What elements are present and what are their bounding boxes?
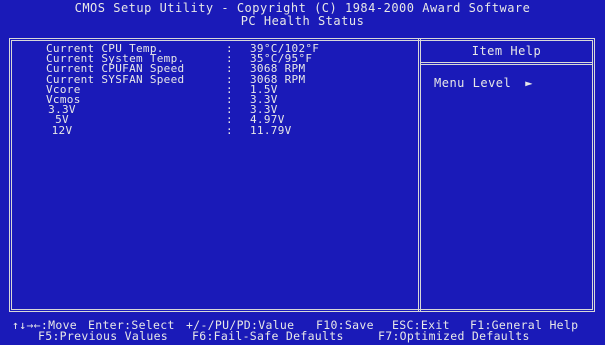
menu-level-label: Menu Level <box>434 76 512 90</box>
page-title: PC Health Status <box>240 14 365 28</box>
colon-separator: : <box>226 123 233 137</box>
key-help-footer: ↑↓→←:Move Enter:Select +/-/PU/PD:Value F… <box>0 318 605 345</box>
optimized-defaults-key-hint: F7:Optimized Defaults <box>378 329 530 343</box>
title-bar: CMOS Setup Utility - Copyright (C) 1984-… <box>0 0 605 38</box>
panel-divider <box>418 38 421 312</box>
utility-title: CMOS Setup Utility - Copyright (C) 1984-… <box>74 1 531 15</box>
menu-level: Menu Level ► <box>434 76 533 90</box>
failsafe-defaults-key-hint: F6:Fail-Safe Defaults <box>192 329 344 343</box>
menu-level-arrow-icon: ► <box>525 76 533 90</box>
help-title-separator <box>421 62 592 65</box>
previous-values-key-hint: F5:Previous Values <box>38 329 169 343</box>
item-help-title: Item Help <box>471 44 542 58</box>
health-value: 11.79V <box>250 123 292 137</box>
health-label: 12V <box>51 123 73 137</box>
